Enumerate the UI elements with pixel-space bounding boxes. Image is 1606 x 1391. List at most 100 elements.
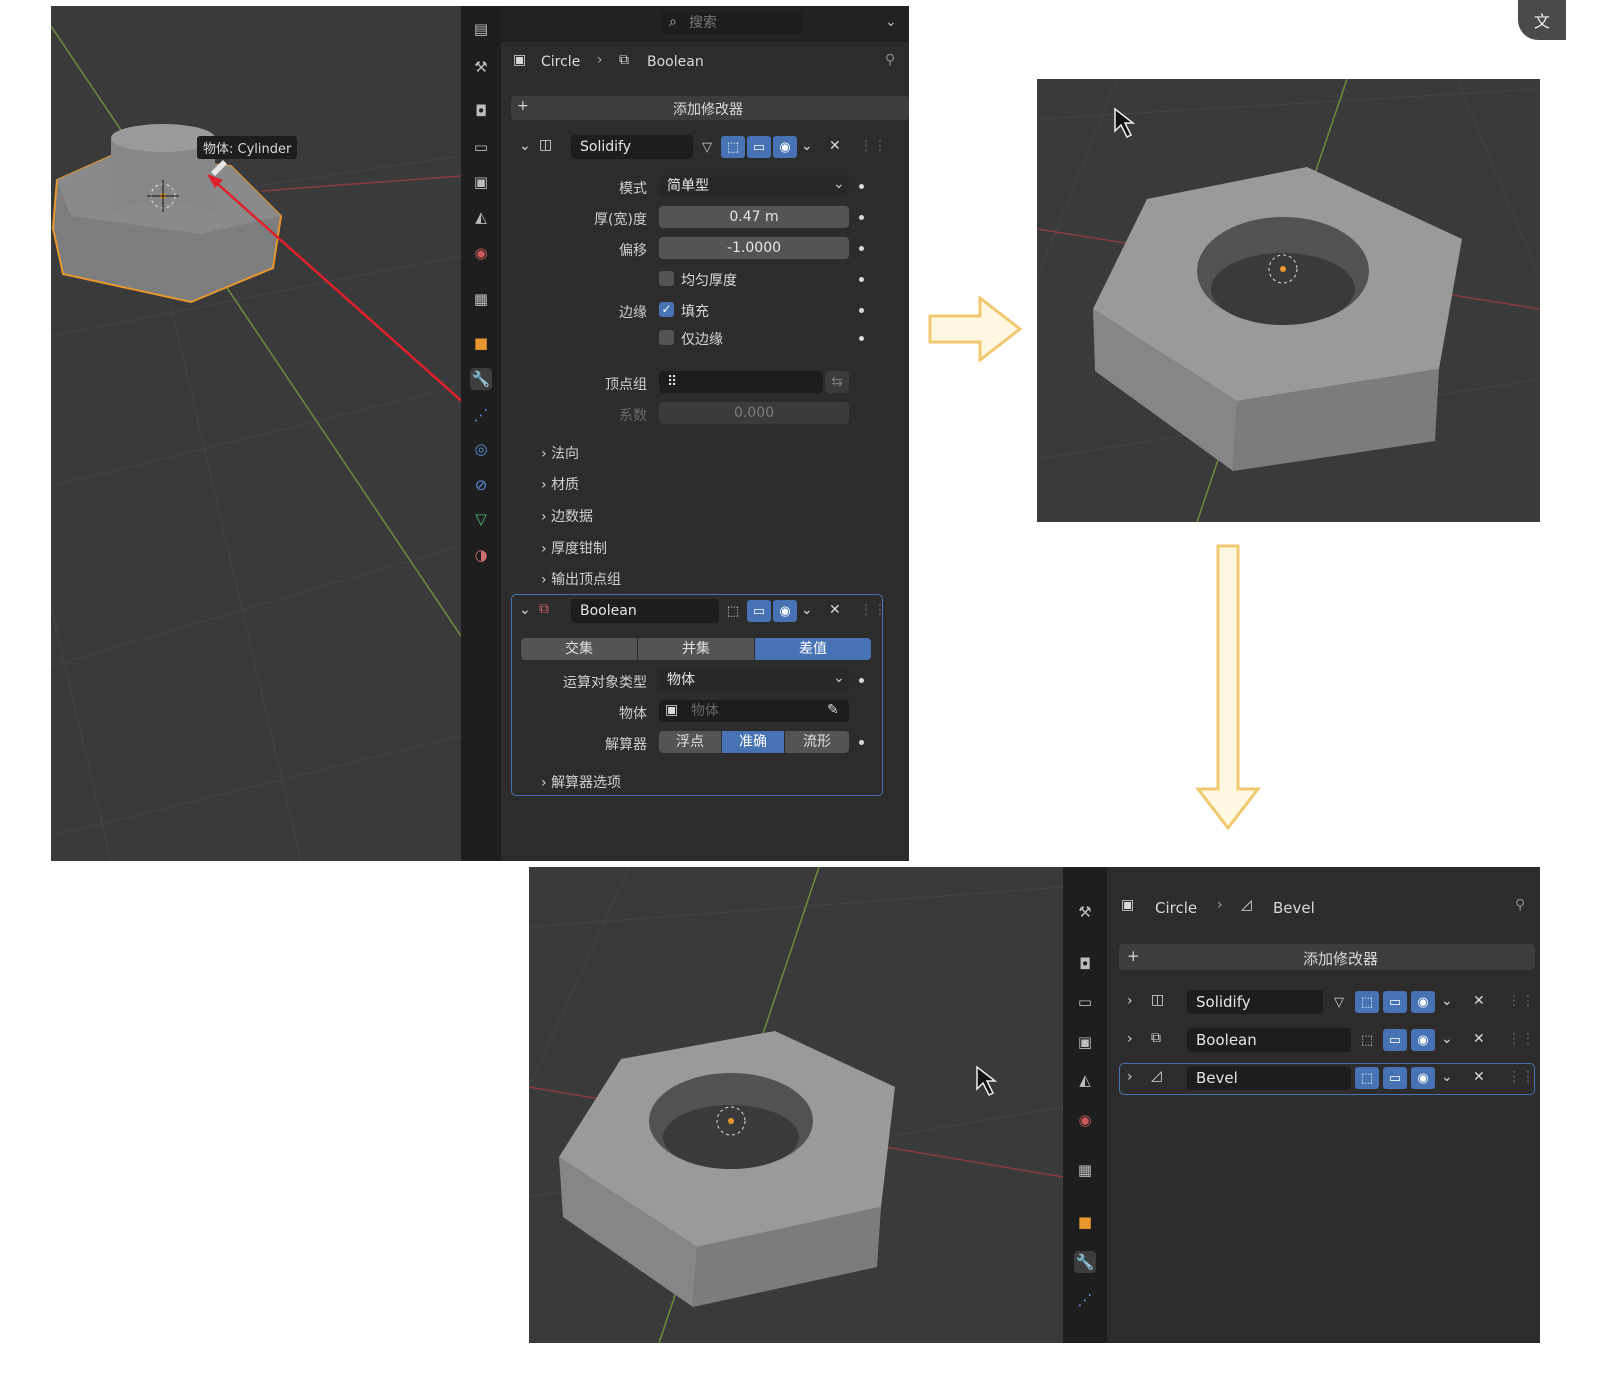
modifier-row-boolean[interactable]: › ⧉ Boolean ⬚ ▭ ◉ ⌄ ✕ ⋮⋮ [1119, 1027, 1535, 1053]
pin-icon[interactable]: ⚲ [1515, 897, 1525, 913]
keyframe-dot[interactable] [859, 246, 864, 251]
offset-field[interactable]: -1.0000 [659, 237, 849, 259]
modifier-row-solidify[interactable]: › ◫ Solidify ▽ ⬚ ▭ ◉ ⌄ ✕ ⋮⋮ [1119, 989, 1535, 1015]
viewport-3d[interactable]: 物体: Cylinder [51, 6, 461, 861]
constraints-tab-icon[interactable]: ⊘ [470, 474, 492, 496]
object-tab-icon[interactable]: ■ [1074, 1211, 1096, 1233]
viewport-display-icon[interactable]: ▭ [1383, 1067, 1407, 1089]
solver-float-button[interactable]: 浮点 [659, 731, 721, 753]
bevel-name-field[interactable]: Bevel [1187, 1066, 1351, 1090]
union-button[interactable]: 并集 [638, 638, 754, 660]
drag-handle-icon[interactable]: ⋮⋮ [1507, 1031, 1535, 1047]
viewport-3d[interactable] [529, 867, 1063, 1343]
tool-tab-icon[interactable]: ⚒ [1074, 901, 1096, 923]
render-camera-icon[interactable]: ◉ [1411, 1029, 1435, 1051]
difference-button[interactable]: 差值 [755, 638, 871, 660]
section-solver-options[interactable]: › 解算器选项 [541, 772, 621, 792]
section-output-vgroups[interactable]: › 输出顶点组 [541, 569, 621, 589]
mode-select[interactable]: 简单型 [659, 175, 849, 197]
solidify-name-field[interactable]: Solidify [1187, 990, 1323, 1014]
edit-mode-icon[interactable]: ⬚ [1355, 1067, 1379, 1089]
render-camera-icon[interactable]: ◉ [1411, 1067, 1435, 1089]
add-modifier-button[interactable]: + 添加修改器 [511, 96, 909, 120]
viewport-display-icon[interactable]: ▭ [1383, 1029, 1407, 1051]
object-field[interactable]: 物体 [659, 700, 849, 722]
drag-handle-icon[interactable]: ⋮⋮ [1507, 993, 1535, 1009]
particles-tab-icon[interactable]: ⋰ [1074, 1289, 1096, 1311]
eyedropper-icon[interactable]: ✎ [827, 702, 839, 718]
invert-vgroup-icon[interactable]: ⇆ [825, 371, 849, 393]
world-tab-icon[interactable]: ◉ [470, 242, 492, 264]
factor-field[interactable]: 0.000 [659, 402, 849, 424]
render-tab-icon[interactable]: ◘ [1074, 953, 1096, 975]
render-tab-icon[interactable]: ◘ [470, 100, 492, 122]
section-thickness-clamp[interactable]: › 厚度钳制 [541, 538, 607, 558]
expand-chevron-icon[interactable]: › [1127, 1031, 1133, 1047]
intersect-button[interactable]: 交集 [521, 638, 637, 660]
dropdown-icon[interactable]: ⌄ [801, 602, 813, 618]
drag-handle-icon[interactable]: ⋮⋮ [859, 138, 887, 154]
modifier-tab-icon[interactable]: 🔧 [470, 368, 492, 390]
section-edge-data[interactable]: › 边数据 [541, 506, 593, 526]
boolean-name-field[interactable]: Boolean [1187, 1028, 1351, 1052]
tool-tab-icon[interactable]: ⚒ [470, 56, 492, 78]
editor-type-icon[interactable]: ▤ [470, 18, 492, 40]
collapse-chevron-icon[interactable]: ⌄ [519, 138, 531, 154]
data-tab-icon[interactable]: ▽ [470, 508, 492, 530]
remove-modifier-icon[interactable]: ✕ [829, 138, 841, 154]
translate-icon[interactable]: 文 [1518, 0, 1566, 40]
thickness-field[interactable]: 0.47 m [659, 206, 849, 228]
world-tab-icon[interactable]: ◉ [1074, 1109, 1096, 1131]
section-materials[interactable]: › 材质 [541, 474, 579, 494]
add-modifier-button[interactable]: + 添加修改器 [1119, 944, 1535, 970]
scene-tab-icon[interactable]: ◭ [1074, 1069, 1096, 1091]
collection-tab-icon[interactable]: ▦ [470, 288, 492, 310]
material-tab-icon[interactable]: ◑ [470, 544, 492, 566]
dropdown-icon[interactable]: ⌄ [1441, 1031, 1453, 1047]
particles-tab-icon[interactable]: ⋰ [470, 404, 492, 426]
physics-tab-icon[interactable]: ◎ [470, 438, 492, 460]
drag-handle-icon[interactable]: ⋮⋮ [1507, 1069, 1535, 1085]
edit-mode-icon[interactable]: ⬚ [1355, 1029, 1379, 1051]
edit-mode-icon[interactable]: ⬚ [721, 136, 745, 158]
dropdown-icon[interactable]: ⌄ [1441, 993, 1453, 1009]
render-camera-icon[interactable]: ◉ [773, 136, 797, 158]
boolean-name-field[interactable]: Boolean [571, 599, 719, 623]
dropdown-icon[interactable]: ⌄ [1441, 1069, 1453, 1085]
remove-modifier-icon[interactable]: ✕ [829, 602, 841, 618]
viewport-display-icon[interactable]: ▭ [747, 600, 771, 622]
scene-tab-icon[interactable]: ◭ [470, 206, 492, 228]
on-cage-icon[interactable]: ▽ [695, 136, 719, 158]
section-normals[interactable]: › 法向 [541, 443, 579, 463]
rim-only-checkbox[interactable] [659, 330, 674, 345]
drag-handle-icon[interactable]: ⋮⋮ [859, 602, 887, 618]
view-layer-tab-icon[interactable]: ▣ [470, 171, 492, 193]
search-input[interactable]: 搜索 [661, 12, 803, 34]
keyframe-dot[interactable] [859, 184, 864, 189]
collapse-chevron-icon[interactable]: ⌄ [519, 602, 531, 618]
modifier-tab-icon[interactable]: 🔧 [1074, 1251, 1096, 1273]
edit-mode-icon[interactable]: ⬚ [1355, 991, 1379, 1013]
output-tab-icon[interactable]: ▭ [1074, 991, 1096, 1013]
render-camera-icon[interactable]: ◉ [773, 600, 797, 622]
keyframe-dot[interactable] [859, 308, 864, 313]
remove-modifier-icon[interactable]: ✕ [1473, 993, 1485, 1009]
solver-exact-button[interactable]: 准确 [722, 731, 784, 753]
collection-tab-icon[interactable]: ▦ [1074, 1159, 1096, 1181]
remove-modifier-icon[interactable]: ✕ [1473, 1031, 1485, 1047]
object-tab-icon[interactable]: ■ [470, 332, 492, 354]
pin-icon[interactable]: ⚲ [885, 52, 895, 68]
solidify-name-field[interactable]: Solidify [571, 135, 693, 159]
expand-chevron-icon[interactable]: › [1127, 1069, 1133, 1085]
remove-modifier-icon[interactable]: ✕ [1473, 1069, 1485, 1085]
render-camera-icon[interactable]: ◉ [1411, 991, 1435, 1013]
keyframe-dot[interactable] [859, 678, 864, 683]
viewport-display-icon[interactable]: ▭ [1383, 991, 1407, 1013]
solver-manifold-button[interactable]: 流形 [785, 731, 849, 753]
keyframe-dot[interactable] [859, 215, 864, 220]
keyframe-dot[interactable] [859, 740, 864, 745]
chevron-down-icon[interactable]: ⌄ [885, 14, 897, 30]
edit-mode-icon[interactable]: ⬚ [721, 600, 745, 622]
viewport-display-icon[interactable]: ▭ [747, 136, 771, 158]
operand-type-select[interactable]: 物体 [659, 669, 849, 691]
